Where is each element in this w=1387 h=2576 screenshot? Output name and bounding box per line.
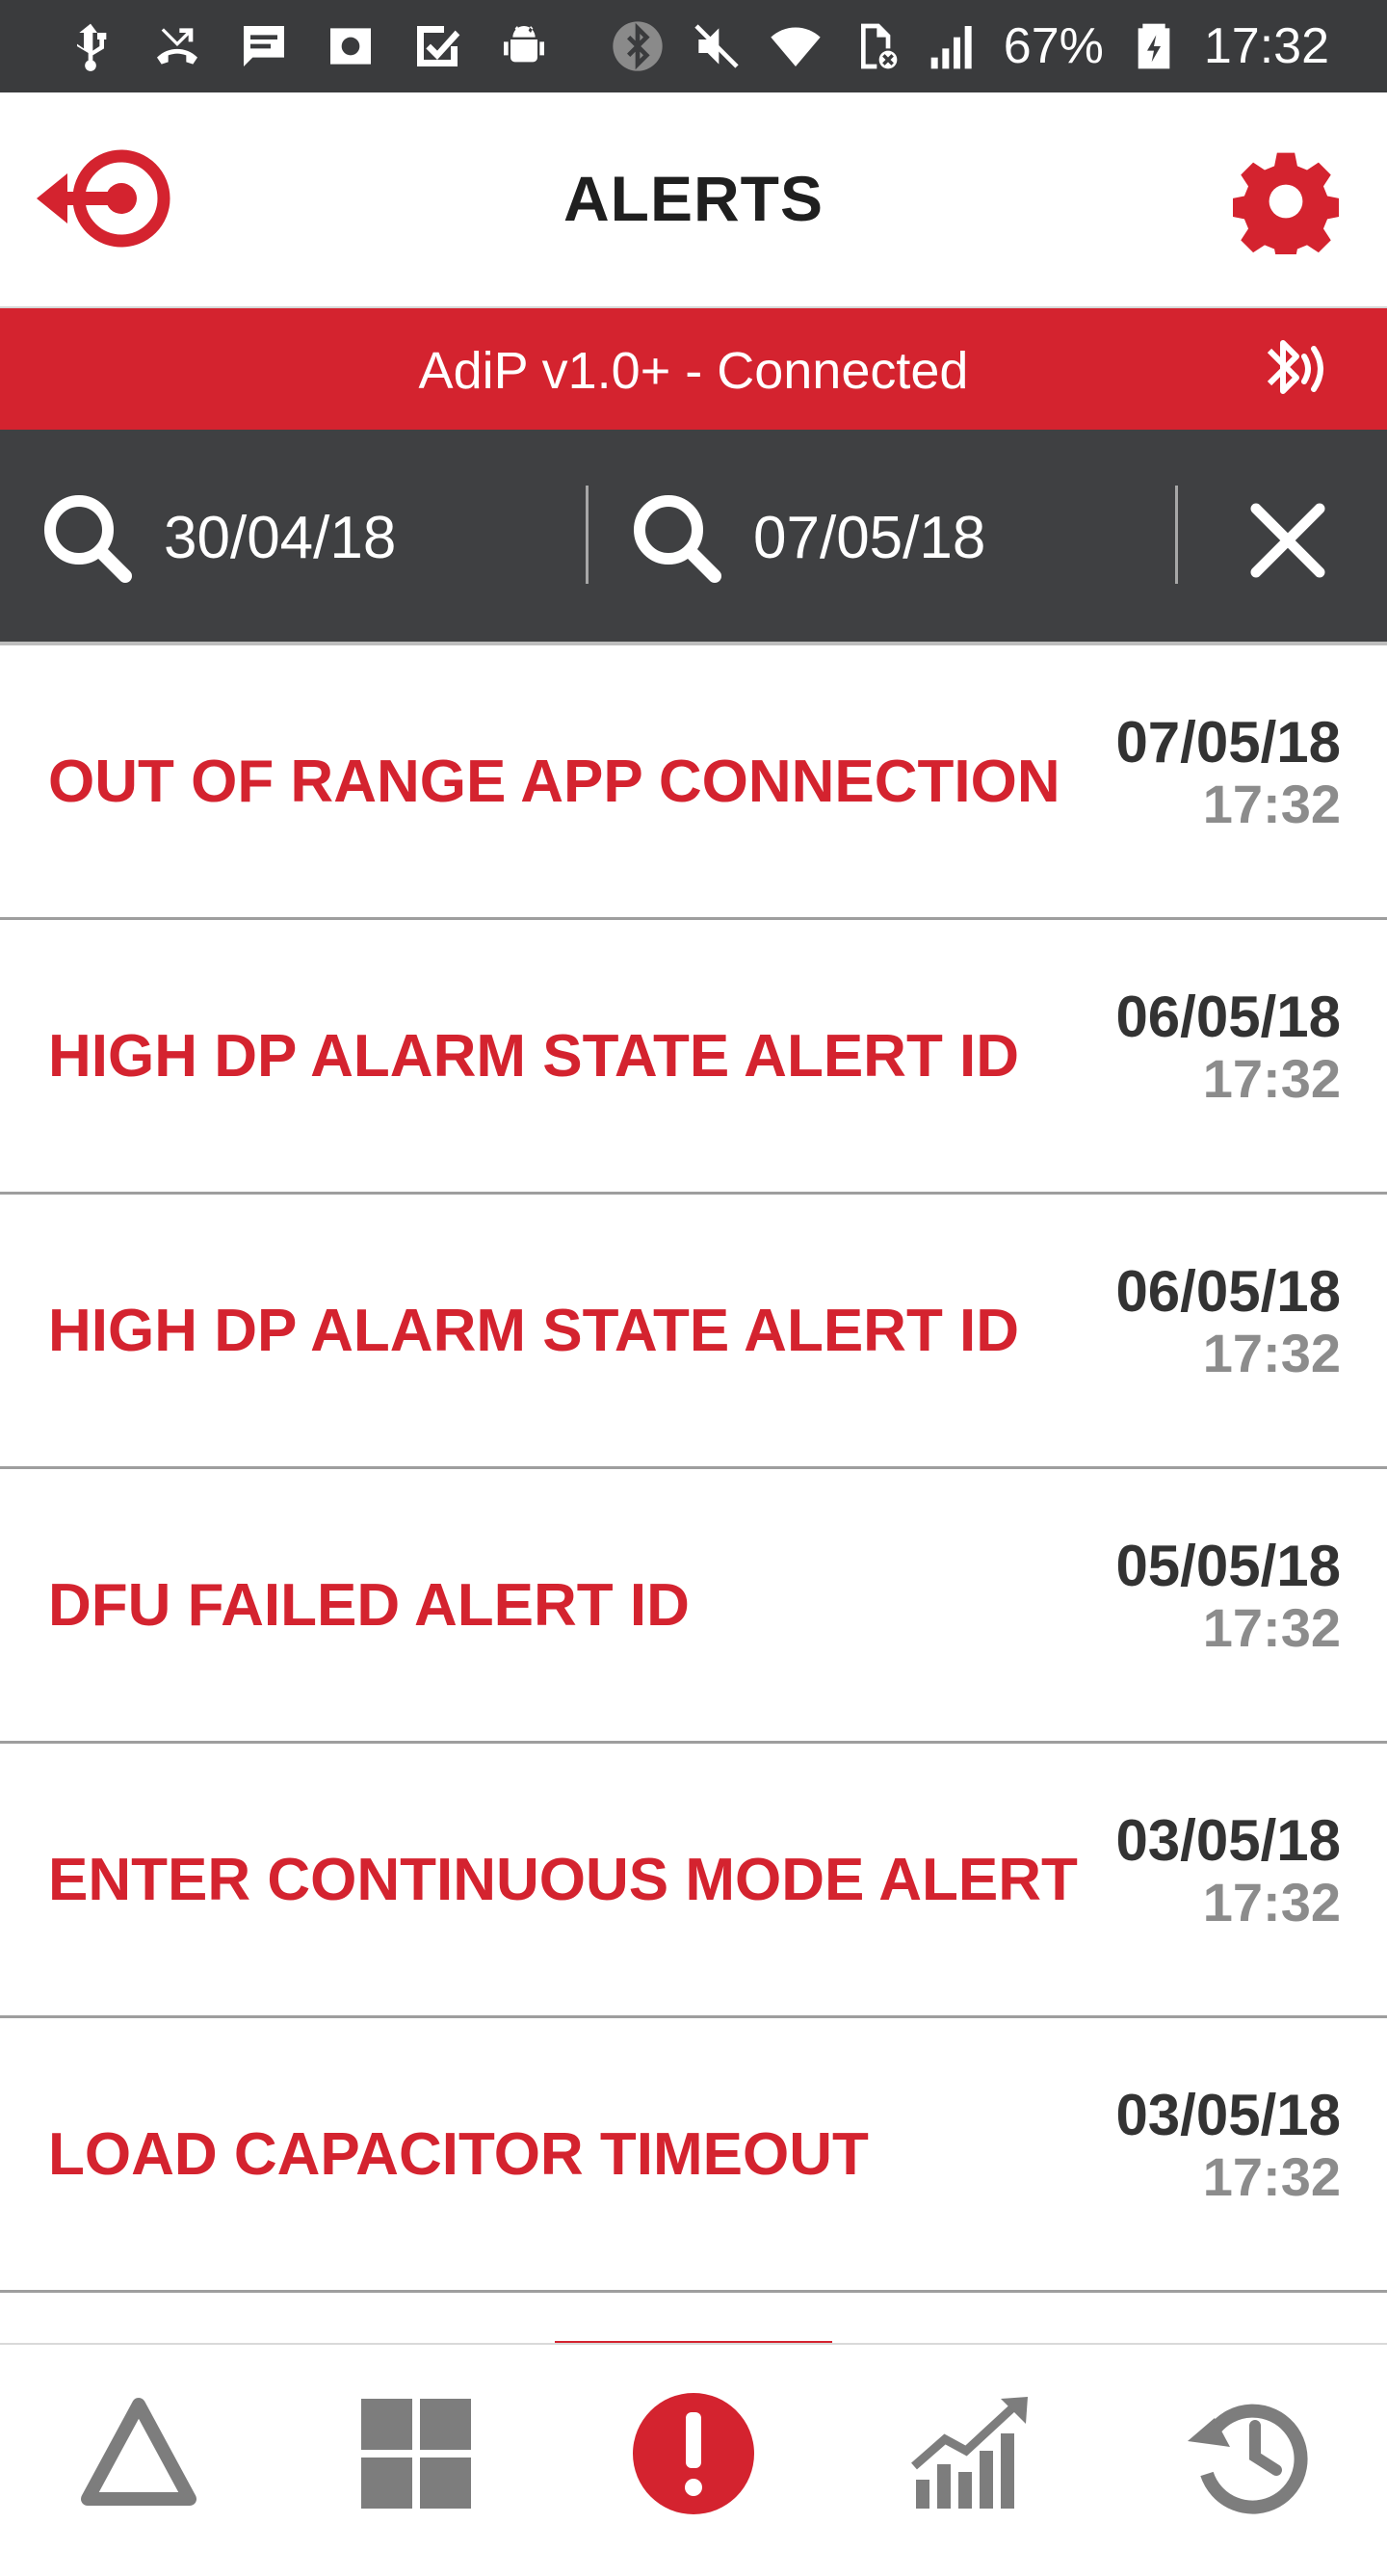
message-icon [235, 17, 293, 75]
search-icon [44, 495, 132, 583]
alert-time: 17:32 [1202, 2146, 1341, 2207]
nav-tab-alerts[interactable] [555, 2345, 832, 2576]
triangle-icon [81, 2398, 196, 2506]
connection-status-text: AdiP v1.0+ - Connected [418, 342, 969, 400]
alert-title: HIGH DP ALARM STATE ALERT ID [48, 1022, 1020, 1090]
from-date-input[interactable] [164, 503, 530, 572]
no-sim-icon [846, 17, 903, 75]
battery-percent: 67% [1003, 18, 1104, 74]
bottom-nav [0, 2343, 1387, 2576]
alert-row[interactable]: HIGH DP ALARM STATE ALERT ID 06/05/18 17… [0, 920, 1387, 1195]
connection-banner: AdiP v1.0+ - Connected [0, 308, 1387, 430]
alert-title: DFU FAILED ALERT ID [48, 1571, 690, 1639]
alert-list: OUT OF RANGE APP CONNECTION ... 07/05/18… [0, 645, 1387, 2293]
alert-icon [633, 2393, 754, 2514]
alert-title: ENTER CONTINUOUS MODE ALERT ... [48, 1846, 1079, 1913]
task-check-icon [408, 17, 466, 75]
alert-time: 17:32 [1202, 774, 1341, 834]
alert-date: 06/05/18 [1115, 1259, 1341, 1324]
chart-icon [911, 2397, 1028, 2509]
filter-divider [1175, 486, 1178, 584]
alert-row[interactable]: DFU FAILED ALERT ID 05/05/18 17:32 [0, 1469, 1387, 1744]
alert-date: 05/05/18 [1115, 1534, 1341, 1598]
alert-title: LOAD CAPACITOR TIMEOUT [48, 2120, 869, 2188]
search-icon [634, 495, 721, 583]
app-header: ALERTS [0, 92, 1387, 308]
alert-date: 03/05/18 [1115, 1808, 1341, 1873]
page-title: ALERTS [563, 163, 824, 234]
alert-title: HIGH DP ALARM STATE ALERT ID [48, 1297, 1020, 1364]
status-bar: 67% 17:32 [0, 0, 1387, 92]
bluetooth-icon [609, 17, 667, 75]
alert-date: 07/05/18 [1115, 710, 1341, 775]
history-icon [1188, 2404, 1308, 2514]
alert-row[interactable]: ENTER CONTINUOUS MODE ALERT ... 03/05/18… [0, 1744, 1387, 2018]
alert-date: 06/05/18 [1115, 985, 1341, 1049]
alert-row[interactable]: LOAD CAPACITOR TIMEOUT 03/05/18 17:32 [0, 2018, 1387, 2293]
alert-date: 03/05/18 [1115, 2083, 1341, 2147]
dashboard-grid-icon [361, 2399, 471, 2509]
android-icon [495, 17, 553, 75]
nav-tab-dashboard[interactable] [277, 2345, 555, 2576]
missed-call-icon [148, 17, 206, 75]
alert-title: OUT OF RANGE APP CONNECTION ... [48, 748, 1079, 815]
bluetooth-connected-icon[interactable] [1250, 329, 1333, 408]
from-date-filter[interactable] [39, 489, 530, 586]
settings-button[interactable] [1231, 148, 1341, 263]
clock: 17:32 [1203, 18, 1329, 74]
to-date-filter[interactable] [628, 489, 1119, 586]
alert-time: 17:32 [1202, 1597, 1341, 1658]
muted-icon [688, 17, 746, 75]
usb-icon [62, 17, 119, 75]
to-date-input[interactable] [753, 503, 1119, 572]
nav-tab-history[interactable] [1110, 2345, 1387, 2576]
battery-icon [1125, 17, 1183, 75]
close-icon [1250, 503, 1325, 578]
nav-tab-charts[interactable] [832, 2345, 1110, 2576]
alert-row[interactable]: OUT OF RANGE APP CONNECTION ... 07/05/18… [0, 645, 1387, 920]
screenshot-icon [322, 17, 379, 75]
alert-time: 17:32 [1202, 1323, 1341, 1383]
alert-time: 17:32 [1202, 1048, 1341, 1109]
filter-divider [586, 486, 589, 584]
signal-icon [925, 17, 982, 75]
alert-row[interactable]: HIGH DP ALARM STATE ALERT ID 06/05/18 17… [0, 1195, 1387, 1469]
gear-icon [1231, 152, 1341, 263]
clear-filter-button[interactable] [1246, 499, 1329, 582]
wifi-icon [767, 17, 824, 75]
alert-time: 17:32 [1202, 1872, 1341, 1932]
nav-tab-warnings[interactable] [0, 2345, 277, 2576]
date-filter-bar [0, 430, 1387, 645]
